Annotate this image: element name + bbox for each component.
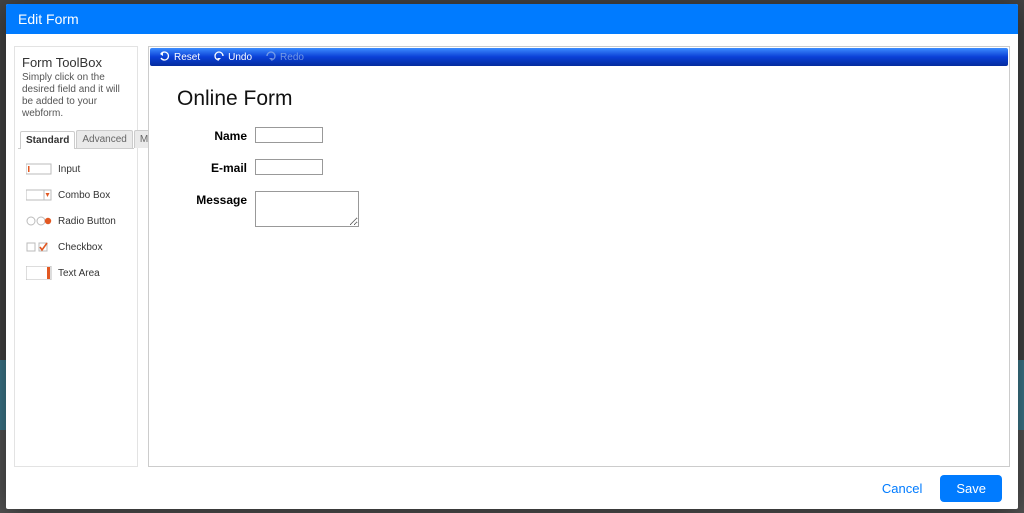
reset-icon	[160, 51, 170, 64]
toolbox-item-label: Input	[58, 164, 80, 175]
toolbox-item-radio[interactable]: Radio Button	[24, 211, 128, 231]
toolbox-item-input[interactable]: Input	[24, 159, 128, 179]
form-toolbox-panel: Form ToolBox Simply click on the desired…	[14, 46, 138, 467]
undo-icon	[214, 51, 224, 64]
field-label-email: E-mail	[177, 159, 255, 177]
toolbox-item-label: Text Area	[58, 268, 100, 279]
radio-icon	[26, 215, 52, 227]
edit-form-modal: Edit Form Form ToolBox Simply click on t…	[6, 4, 1018, 509]
form-row-message: Message	[177, 191, 981, 227]
form-row-email: E-mail	[177, 159, 981, 177]
toolbox-item-list: Input Combo Box	[18, 149, 134, 299]
combobox-icon	[26, 189, 52, 201]
undo-button[interactable]: Undo	[214, 51, 252, 64]
redo-icon	[266, 51, 276, 64]
toolbox-item-label: Radio Button	[58, 216, 116, 227]
checkbox-icon	[26, 241, 52, 253]
modal-body: Form ToolBox Simply click on the desired…	[6, 34, 1018, 467]
dimmed-background: Edit Form Form ToolBox Simply click on t…	[0, 0, 1024, 513]
modal-footer: Cancel Save	[6, 467, 1018, 509]
modal-header: Edit Form	[6, 4, 1018, 34]
tab-advanced[interactable]: Advanced	[76, 130, 132, 148]
editor-panel: Reset Undo Redo	[148, 46, 1010, 467]
email-field[interactable]	[255, 159, 323, 175]
toolbox-item-textarea[interactable]: Text Area	[24, 263, 128, 283]
toolbox-item-label: Combo Box	[58, 190, 110, 201]
toolbox-item-checkbox[interactable]: Checkbox	[24, 237, 128, 257]
undo-label: Undo	[228, 52, 252, 63]
toolbox-item-combobox[interactable]: Combo Box	[24, 185, 128, 205]
field-label-name: Name	[177, 127, 255, 145]
save-button[interactable]: Save	[940, 475, 1002, 502]
toolbox-title: Form ToolBox	[18, 55, 134, 72]
toolbox-tabs: Standard Advanced Misc.	[18, 130, 134, 149]
redo-button: Redo	[266, 51, 304, 64]
modal-title: Edit Form	[18, 11, 79, 27]
message-field[interactable]	[255, 191, 359, 227]
toolbox-item-label: Checkbox	[58, 242, 102, 253]
toolbox-description: Simply click on the desired field and it…	[18, 72, 134, 130]
form-title: Online Form	[177, 87, 981, 111]
tab-standard[interactable]: Standard	[20, 131, 75, 149]
name-field[interactable]	[255, 127, 323, 143]
reset-button[interactable]: Reset	[160, 51, 200, 64]
editor-canvas[interactable]: Online Form Name E-mail Message	[149, 67, 1009, 466]
form-row-name: Name	[177, 127, 981, 145]
redo-label: Redo	[280, 52, 304, 63]
reset-label: Reset	[174, 52, 200, 63]
field-label-message: Message	[177, 191, 255, 209]
textarea-icon	[26, 267, 52, 279]
editor-toolbar: Reset Undo Redo	[150, 48, 1008, 66]
input-icon	[26, 163, 52, 175]
cancel-button[interactable]: Cancel	[882, 481, 922, 496]
